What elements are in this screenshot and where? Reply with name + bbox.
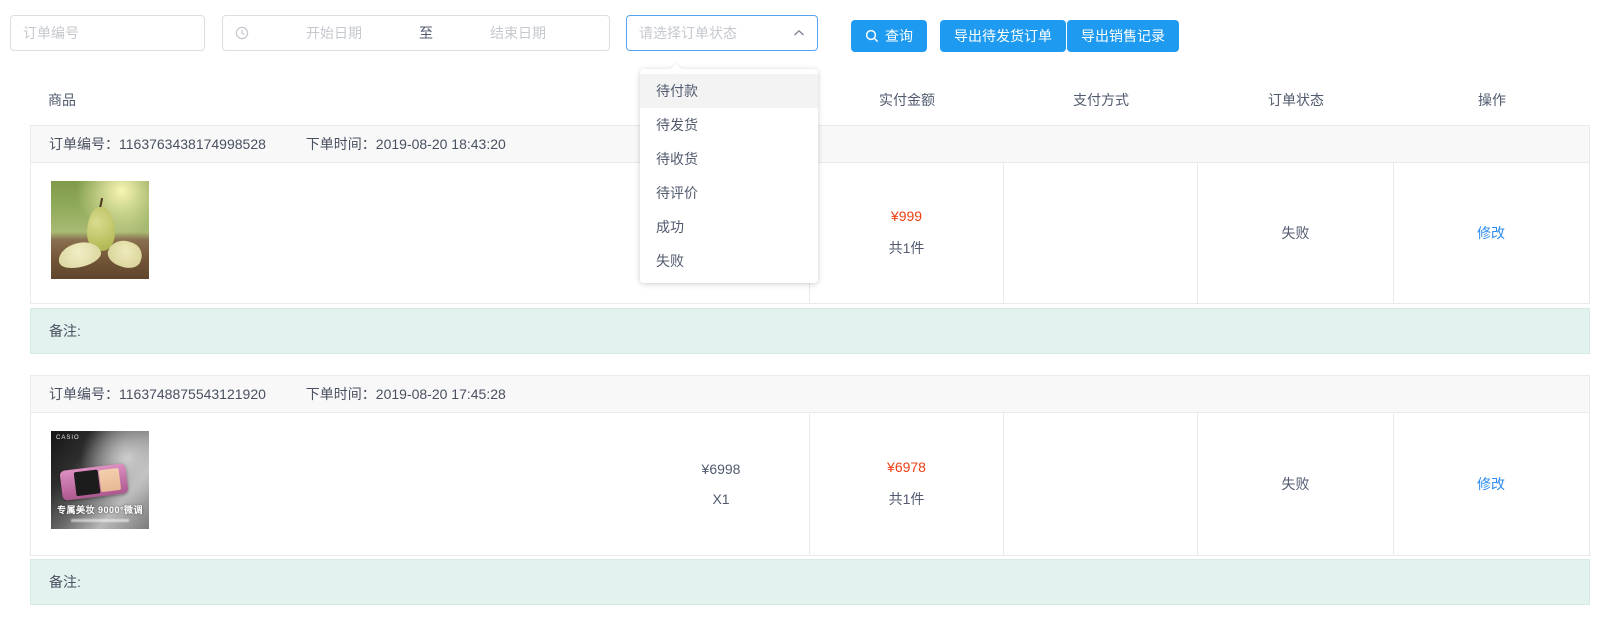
paid-amount-cell: ¥999 共1件 bbox=[809, 163, 1003, 303]
pay-method-cell bbox=[1003, 413, 1197, 555]
order-status-dropdown-panel: 待付款 待发货 待收货 待评价 成功 失败 bbox=[640, 69, 818, 283]
camera-caption-text: 专属美妆 9000°微调 bbox=[51, 503, 149, 516]
order-status-cell: 失败 bbox=[1197, 413, 1393, 555]
order-remark-bar: 备注: bbox=[30, 308, 1590, 354]
order-number-input[interactable] bbox=[10, 15, 205, 51]
pay-method-cell bbox=[1003, 163, 1197, 303]
camera-brand-text: CASIO bbox=[56, 435, 80, 441]
export-sales-record-button[interactable]: 导出销售记录 bbox=[1067, 20, 1179, 52]
chevron-up-icon bbox=[793, 29, 805, 37]
start-date-field[interactable]: 开始日期 bbox=[255, 23, 413, 43]
date-range-separator: 至 bbox=[413, 23, 439, 43]
product-image-pear bbox=[51, 181, 149, 279]
product-image-camera-ad: CASIO 专属美妆 9000°微调 bbox=[51, 431, 149, 529]
search-button[interactable]: 查询 bbox=[851, 20, 927, 52]
column-header-order-status: 订单状态 bbox=[1198, 90, 1394, 110]
modify-link[interactable]: 修改 bbox=[1477, 223, 1505, 243]
paid-amount: ¥999 bbox=[891, 208, 922, 224]
status-option-pending-payment[interactable]: 待付款 bbox=[640, 74, 818, 108]
search-icon bbox=[865, 29, 879, 43]
camera-subline-blur bbox=[71, 519, 130, 522]
unit-price: ¥6998 bbox=[661, 461, 781, 477]
order-status: 失败 bbox=[1282, 223, 1310, 243]
order-number-value: 1163763438174998528 bbox=[119, 136, 266, 152]
search-button-label: 查询 bbox=[885, 26, 913, 46]
paid-amount-cell: ¥6978 共1件 bbox=[809, 413, 1003, 555]
order-time-label: 下单时间： bbox=[306, 136, 376, 152]
order-card-header: 订单编号：1163748875543121920 下单时间：2019-08-20… bbox=[31, 376, 1589, 413]
remark-label: 备注: bbox=[49, 574, 81, 590]
remark-label: 备注: bbox=[49, 323, 81, 339]
product-cell: CASIO 专属美妆 9000°微调 ¥6998 X1 bbox=[31, 413, 809, 555]
actions-cell: 修改 bbox=[1393, 163, 1588, 303]
order-status-select-placeholder: 请选择订单状态 bbox=[639, 23, 737, 43]
status-option-pending-receipt[interactable]: 待收货 bbox=[640, 142, 818, 176]
paid-count: 共1件 bbox=[889, 238, 925, 258]
modify-link[interactable]: 修改 bbox=[1477, 474, 1505, 494]
order-number-label: 订单编号： bbox=[49, 386, 119, 402]
order-time-value: 2019-08-20 17:45:28 bbox=[376, 386, 506, 402]
status-option-failed[interactable]: 失败 bbox=[640, 244, 818, 278]
order-row: CASIO 专属美妆 9000°微调 ¥6998 X1 ¥6978 共1件 bbox=[31, 413, 1589, 555]
order-time-value: 2019-08-20 18:43:20 bbox=[376, 136, 506, 152]
order-number-value: 1163748875543121920 bbox=[119, 386, 266, 402]
export-pending-shipment-button[interactable]: 导出待发货订单 bbox=[940, 20, 1066, 52]
status-option-pending-review[interactable]: 待评价 bbox=[640, 176, 818, 210]
quantity: X1 bbox=[661, 491, 781, 507]
status-option-pending-shipment[interactable]: 待发货 bbox=[640, 108, 818, 142]
paid-amount: ¥6978 bbox=[887, 459, 926, 475]
order-status: 失败 bbox=[1282, 474, 1310, 494]
unit-price-block: ¥6998 X1 bbox=[661, 461, 781, 507]
order-card: 订单编号：1163748875543121920 下单时间：2019-08-20… bbox=[30, 375, 1590, 556]
clock-icon bbox=[235, 26, 249, 40]
date-range-picker[interactable]: 开始日期 至 结束日期 bbox=[222, 15, 610, 51]
column-header-pay-method: 支付方式 bbox=[1004, 90, 1198, 110]
paid-count: 共1件 bbox=[889, 489, 925, 509]
order-number-label: 订单编号： bbox=[49, 136, 119, 152]
actions-cell: 修改 bbox=[1393, 413, 1588, 555]
order-time-label: 下单时间： bbox=[306, 386, 376, 402]
end-date-field[interactable]: 结束日期 bbox=[439, 23, 597, 43]
order-remark-bar: 备注: bbox=[30, 559, 1590, 605]
status-option-success[interactable]: 成功 bbox=[640, 210, 818, 244]
pink-camera-shape bbox=[59, 463, 128, 501]
order-status-cell: 失败 bbox=[1197, 163, 1393, 303]
order-status-select[interactable]: 请选择订单状态 bbox=[626, 15, 818, 51]
column-header-paid-amount: 实付金额 bbox=[810, 90, 1004, 110]
column-header-actions: 操作 bbox=[1394, 90, 1590, 110]
